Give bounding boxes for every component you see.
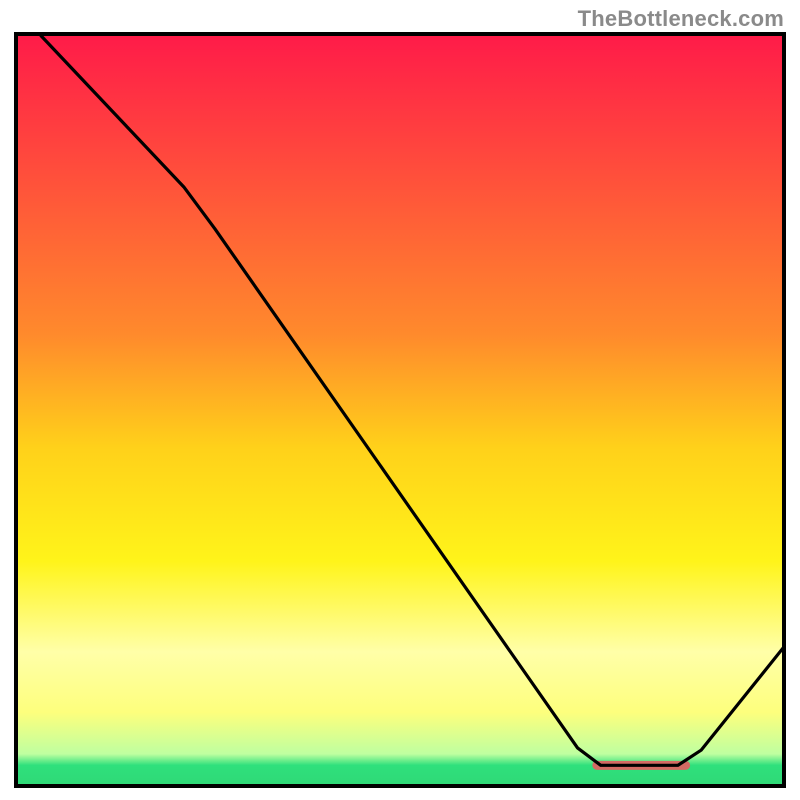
watermark-text: TheBottleneck.com [578, 6, 784, 32]
bottleneck-chart [0, 0, 800, 800]
gradient-background [14, 32, 786, 788]
